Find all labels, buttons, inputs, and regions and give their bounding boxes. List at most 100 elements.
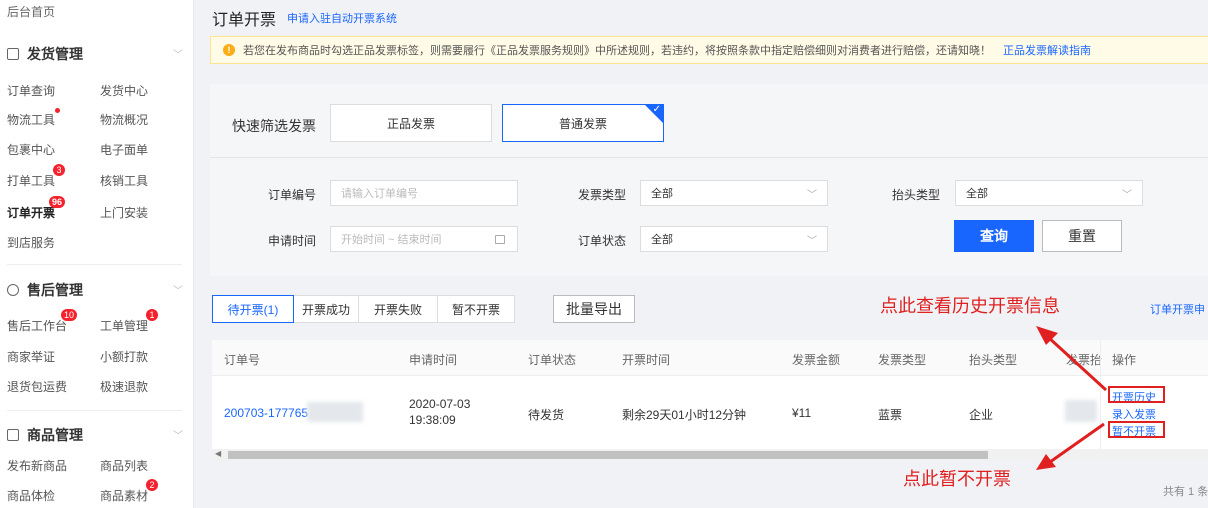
box-icon xyxy=(7,429,19,441)
chevron-down-icon[interactable]: ﹀ xyxy=(173,46,183,61)
tab-failed[interactable]: 开票失败 xyxy=(358,295,438,323)
divider xyxy=(7,410,182,411)
order-no-label: 订单编号 xyxy=(267,188,316,202)
sidebar-item-merchant-evidence[interactable]: 商家举证 xyxy=(7,348,55,365)
annotation-history: 点此查看历史开票信息 xyxy=(880,296,1060,316)
sidebar-item-product-check[interactable]: 商品体检 xyxy=(7,487,55,504)
tab-paused[interactable]: 暂不开票 xyxy=(437,295,515,323)
column-header: 发票抬 xyxy=(1066,353,1103,367)
count-badge: 2 xyxy=(146,479,159,491)
invoice-type: 蓝票 xyxy=(878,408,903,422)
notification-dot xyxy=(55,108,61,113)
sidebar-item-installation[interactable]: 上门安装 xyxy=(100,204,148,221)
title-type-select[interactable]: 全部 ﹀ xyxy=(955,180,1143,206)
order-no-input[interactable]: 请输入订单编号 xyxy=(330,180,518,206)
column-header: 订单状态 xyxy=(528,353,577,367)
redacted-area xyxy=(307,402,363,422)
order-status-select[interactable]: 全部 ﹀ xyxy=(640,226,828,252)
chevron-down-icon: ﹀ xyxy=(807,236,817,247)
horizontal-scrollbar[interactable]: ◀ xyxy=(212,449,1208,461)
divider xyxy=(210,157,1208,158)
divider xyxy=(7,264,182,265)
sidebar-group-after-sales[interactable]: 售后管理 xyxy=(7,280,83,300)
order-status-label: 订单状态 xyxy=(577,234,626,248)
title-type: 企业 xyxy=(969,408,994,422)
sidebar-item-package-center[interactable]: 包裹中心 xyxy=(7,141,55,158)
title-type-label: 抬头类型 xyxy=(891,188,940,202)
chevron-down-icon: ﹀ xyxy=(807,190,817,201)
quick-filter-genuine[interactable]: 正品发票 xyxy=(330,104,492,142)
invoice-guide-link[interactable]: 正品发票解读指南 xyxy=(1003,42,1091,58)
list-icon xyxy=(7,48,19,60)
sidebar-item-after-sales-desk[interactable]: 售后工作台 10 xyxy=(7,309,78,334)
sidebar-item-logistics-overview[interactable]: 物流概况 xyxy=(100,111,148,128)
check-circle-icon xyxy=(7,284,19,296)
sidebar-item-print-tools[interactable]: 打单工具 3 xyxy=(7,164,66,189)
sidebar-item-return-shipping[interactable]: 退货包运费 xyxy=(7,378,67,395)
sidebar-item-logistics-tools[interactable]: 物流工具 xyxy=(7,108,61,128)
sidebar-item-small-payment[interactable]: 小额打款 xyxy=(100,348,148,365)
quick-filter-normal[interactable]: 普通发票 ✓ xyxy=(502,104,664,142)
invoice-type-label: 发票类型 xyxy=(577,188,626,202)
apply-auto-invoice-link[interactable]: 申请入驻自动开票系统 xyxy=(287,10,397,26)
apply-time-label: 申请时间 xyxy=(267,234,316,248)
highlight-box xyxy=(1108,421,1165,438)
invoice-table: 订单号 申请时间 订单状态 开票时间 发票金额 发票类型 抬头类型 发票抬 操作… xyxy=(212,340,1208,450)
table-header: 订单号 申请时间 订单状态 开票时间 发票金额 发票类型 抬头类型 发票抬 操作 xyxy=(212,340,1208,376)
invoice-apply-link[interactable]: 订单开票申 xyxy=(1150,301,1205,317)
invoice-amount: ¥11 xyxy=(792,406,812,420)
chevron-down-icon: ﹀ xyxy=(1122,190,1132,201)
warning-icon: ! xyxy=(223,44,235,56)
sidebar-item-new-product[interactable]: 发布新商品 xyxy=(7,457,67,474)
query-button[interactable]: 查询 xyxy=(954,220,1034,252)
count-badge: 96 xyxy=(49,196,66,208)
total-count: 共有 1 条 xyxy=(1163,486,1208,498)
sidebar-item-work-orders[interactable]: 工单管理 1 xyxy=(100,309,159,334)
notice-banner: ! 若您在发布商品时勾选正品发票标签，则需要履行《正品发票服务规则》中所述规则，… xyxy=(210,36,1208,64)
sidebar-group-products[interactable]: 商品管理 xyxy=(7,425,83,445)
sidebar-item-product-list[interactable]: 商品列表 xyxy=(100,457,148,474)
count-badge: 3 xyxy=(53,164,66,176)
sidebar-item-order-query[interactable]: 订单查询 xyxy=(7,82,55,99)
column-header: 开票时间 xyxy=(622,353,671,367)
sidebar-item-fast-refund[interactable]: 极速退款 xyxy=(100,378,148,395)
order-number-link[interactable]: 200703-177765 xyxy=(224,406,308,420)
count-badge: 1 xyxy=(146,309,159,321)
sidebar-item-shipping-center[interactable]: 发货中心 xyxy=(100,82,148,99)
column-header: 抬头类型 xyxy=(969,353,1018,367)
redacted-area xyxy=(1065,400,1097,422)
invoice-remaining-time: 剩余29天01小时12分钟 xyxy=(622,408,747,422)
annotation-pause: 点此暂不开票 xyxy=(903,469,1011,489)
check-icon: ✓ xyxy=(652,104,661,115)
divider xyxy=(1100,340,1101,450)
scroll-left-icon[interactable]: ◀ xyxy=(215,449,221,458)
sidebar-item-e-waybill[interactable]: 电子面单 xyxy=(100,141,148,158)
tab-pending[interactable]: 待开票(1) xyxy=(212,295,294,323)
column-header: 发票金额 xyxy=(792,353,841,367)
reset-button[interactable]: 重置 xyxy=(1042,220,1122,252)
notice-text: 若您在发布商品时勾选正品发票标签，则需要履行《正品发票服务规则》中所述规则，若违… xyxy=(243,45,991,57)
quick-filter-label: 快速筛选发票 xyxy=(232,118,316,134)
chevron-down-icon[interactable]: ﹀ xyxy=(173,282,183,297)
column-header: 订单号 xyxy=(224,353,261,367)
apply-time: 19:38:09 xyxy=(409,413,456,427)
highlight-box xyxy=(1108,386,1165,403)
tab-success[interactable]: 开票成功 xyxy=(293,295,359,323)
sidebar-item-store-service[interactable]: 到店服务 xyxy=(7,234,55,251)
sidebar-item-product-assets[interactable]: 商品素材 2 xyxy=(100,479,159,504)
order-status: 待发货 xyxy=(528,408,565,422)
batch-export-button[interactable]: 批量导出 xyxy=(553,295,635,323)
sidebar-home-link[interactable]: 后台首页 xyxy=(7,3,55,20)
sidebar-item-verify-tools[interactable]: 核销工具 xyxy=(100,172,148,189)
scrollbar-thumb[interactable] xyxy=(228,451,988,459)
enter-invoice-link[interactable]: 录入发票 xyxy=(1112,406,1156,422)
filter-panel: 快速筛选发票 正品发票 普通发票 ✓ 订单编号 请输入订单编号 发票类型 全部 … xyxy=(210,84,1208,276)
sidebar-item-order-invoice[interactable]: 订单开票 96 xyxy=(7,196,66,221)
apply-time-range-input[interactable]: 开始时间 ~ 结束时间 xyxy=(330,226,518,252)
sidebar: 后台首页 发货管理 ﹀ 订单查询 发货中心 物流工具 物流概况 包裹中心 电子面… xyxy=(0,0,194,508)
column-header: 操作 xyxy=(1112,353,1137,367)
chevron-down-icon[interactable]: ﹀ xyxy=(173,427,183,442)
sidebar-group-shipping[interactable]: 发货管理 xyxy=(7,44,83,64)
invoice-type-select[interactable]: 全部 ﹀ xyxy=(640,180,828,206)
count-badge: 10 xyxy=(61,309,78,321)
